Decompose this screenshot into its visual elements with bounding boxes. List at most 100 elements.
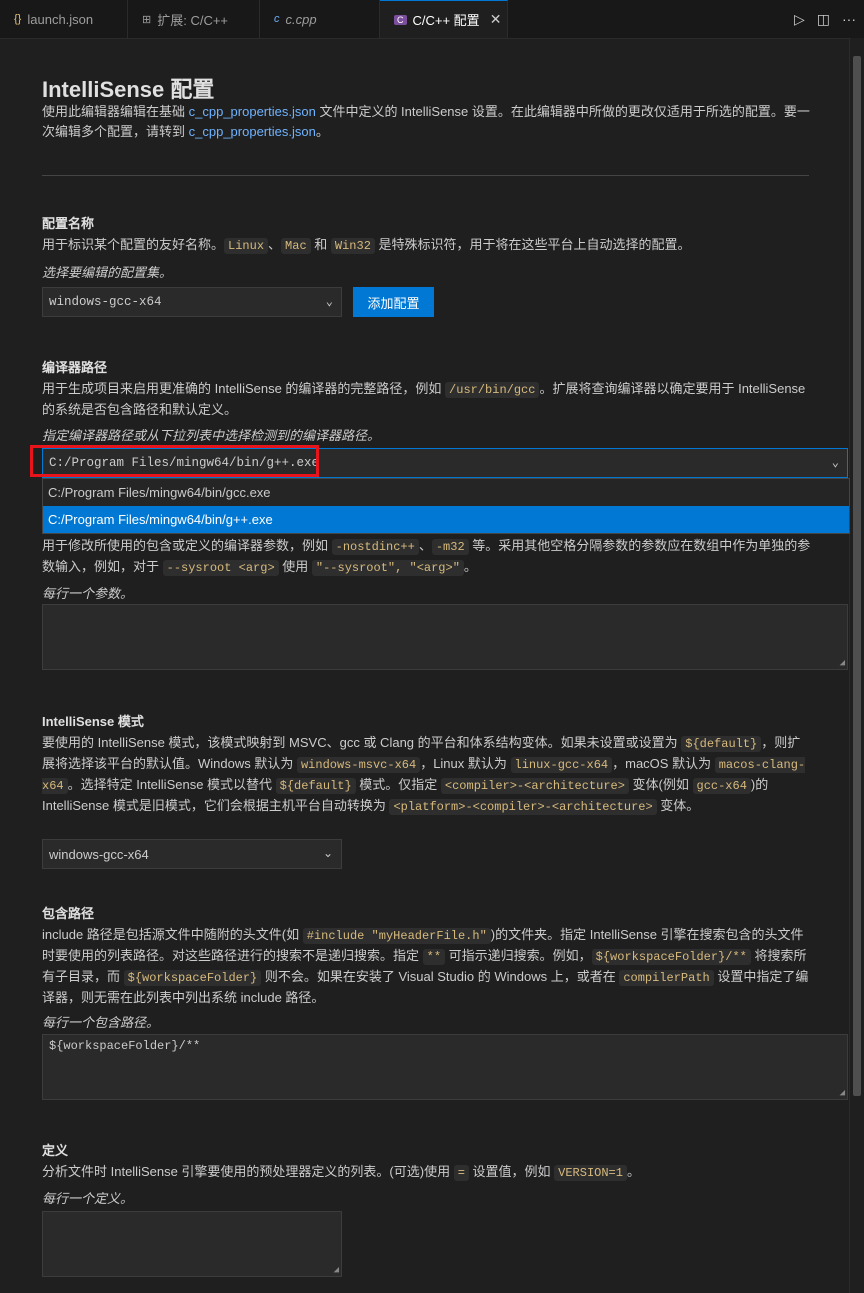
tab-extension-cpp[interactable]: ⊞ 扩展: C/C++ [128, 0, 260, 38]
code: ${default} [275, 778, 356, 794]
intellisense-mode-select[interactable]: windows-gcc-x64 ⌄ [42, 839, 342, 869]
code: <platform>-<compiler>-<architecture> [389, 799, 657, 815]
text: 用于修改所使用的包含或定义的编译器参数，例如 [42, 538, 332, 553]
code: ${workspaceFolder}/** [591, 949, 751, 965]
compiler-path-hint: 指定编译器路径或从下拉列表中选择检测到的编译器路径。 [42, 428, 381, 443]
include-path-description: include 路径是包括源文件中随附的头文件(如 #include "myHe… [42, 925, 812, 1008]
code: "--sysroot", "<arg>" [311, 560, 464, 576]
run-icon[interactable]: ▷ [794, 11, 805, 28]
defines-title: 定义 [42, 1143, 69, 1158]
tab-c-cpp[interactable]: c c.cpp [260, 0, 380, 38]
properties-link[interactable]: c_cpp_properties.json [189, 104, 316, 119]
tab-label: launch.json [27, 11, 94, 27]
text: 。选择特定 IntelliSense 模式以替代 [67, 777, 276, 792]
code: #include "myHeaderFile.h" [302, 928, 491, 944]
code: compilerPath [619, 970, 714, 986]
editor-tab-bar: {} launch.json ⊞ 扩展: C/C++ c c.cpp C C/C… [0, 0, 864, 39]
code: --sysroot <arg> [162, 560, 279, 576]
config-select[interactable]: windows-gcc-x64 ⌄ [42, 287, 342, 317]
code: windows-msvc-x64 [296, 757, 421, 773]
compiler-args-textarea[interactable]: ◢ [42, 604, 848, 670]
code: -nostdinc++ [331, 539, 419, 555]
code: VERSION=1 [554, 1165, 627, 1181]
add-config-button[interactable]: 添加配置 [353, 287, 434, 317]
intellisense-mode-title: IntelliSense 模式 [42, 714, 144, 729]
config-name-title: 配置名称 [42, 216, 95, 231]
text: ，Linux 默认为 [420, 756, 511, 771]
chevron-down-icon: ⌄ [322, 846, 333, 860]
config-name-description: 用于标识某个配置的友好名称。 Linux、 Mac 和 Win32 是特殊标识符，用… [42, 235, 822, 256]
more-actions-icon[interactable]: ··· [842, 11, 856, 27]
textarea-value: ${workspaceFolder}/** [49, 1039, 201, 1053]
text: 变体。 [656, 798, 700, 813]
include-path-textarea[interactable]: ${workspaceFolder}/** ◢ [42, 1034, 848, 1100]
code: linux-gcc-x64 [510, 757, 613, 773]
text: 模式。仅指定 [355, 777, 441, 792]
compiler-args-description: 用于修改所使用的包含或定义的编译器参数，例如 -nostdinc++、 -m32 … [42, 536, 812, 578]
divider [42, 175, 809, 176]
code: ** [422, 949, 446, 965]
code: Win32 [330, 238, 375, 254]
selected-value: windows-gcc-x64 [49, 846, 149, 862]
vertical-scrollbar[interactable] [849, 38, 864, 1293]
defines-hint: 每行一个定义。 [42, 1191, 134, 1206]
resize-grip-icon[interactable]: ◢ [840, 1088, 845, 1098]
defines-textarea[interactable]: ◢ [42, 1211, 342, 1277]
dropdown-option[interactable]: C:/Program Files/mingw64/bin/gcc.exe [43, 479, 849, 506]
page-title: IntelliSense 配置 [42, 77, 215, 102]
compiler-path-dropdown: C:/Program Files/mingw64/bin/gcc.exe C:/… [42, 478, 850, 534]
config-name-hint: 选择要编辑的配置集。 [42, 265, 173, 280]
code: gcc-x64 [692, 778, 751, 794]
editor-actions: ▷ ◫ ··· [794, 0, 856, 38]
include-path-title: 包含路径 [42, 906, 95, 921]
extensions-icon: ⊞ [142, 13, 152, 26]
json-file-icon: {} [14, 13, 22, 25]
tab-label: 扩展: C/C++ [157, 12, 229, 28]
cpp-extension-icon: C [394, 14, 407, 25]
text: 要使用的 IntelliSense 模式，该模式映射到 MSVC、gcc 或 C… [42, 735, 682, 750]
page-description: 使用此编辑器编辑在基础 c_cpp_properties.json 文件中定义的… [42, 102, 812, 142]
selected-value: windows-gcc-x64 [49, 295, 162, 309]
text: 。 [463, 559, 477, 574]
text: 使用 [278, 559, 312, 574]
code: Mac [281, 238, 311, 254]
text: 、 [268, 237, 282, 252]
resize-grip-icon[interactable]: ◢ [334, 1265, 339, 1275]
split-editor-icon[interactable]: ◫ [817, 11, 830, 28]
resize-grip-icon[interactable]: ◢ [840, 658, 845, 668]
scrollbar-thumb[interactable] [853, 56, 861, 1096]
intellisense-mode-description: 要使用的 IntelliSense 模式，该模式映射到 MSVC、gcc 或 C… [42, 733, 812, 817]
properties-link[interactable]: c_cpp_properties.json [189, 124, 316, 139]
text: 和 [310, 237, 331, 252]
defines-description: 分析文件时 IntelliSense 引擎要使用的预处理器定义的列表。(可选)使… [42, 1162, 812, 1183]
code: <compiler>-<architecture> [440, 778, 629, 794]
compiler-path-title: 编译器路径 [42, 360, 108, 375]
code: ${workspaceFolder} [123, 970, 262, 986]
code: = [453, 1165, 469, 1181]
tab-cpp-configuration[interactable]: C C/C++ 配置 ✕ [380, 0, 508, 38]
text: 设置值，例如 [468, 1164, 555, 1179]
tab-label: C/C++ 配置 [412, 13, 480, 28]
text: 用于生成项目来启用更准确的 IntelliSense 的编译器的完整路径，例如 [42, 381, 446, 396]
code: /usr/bin/gcc [445, 382, 540, 398]
text: 。 [315, 124, 329, 139]
text: 可指示递归搜索。例如， [445, 948, 592, 963]
text: include 路径是包括源文件中随附的头文件(如 [42, 927, 303, 942]
compiler-args-hint: 每行一个参数。 [42, 586, 134, 601]
chevron-down-icon: ⌄ [325, 295, 333, 309]
chevron-down-icon: ⌄ [831, 456, 839, 470]
code: -m32 [431, 539, 469, 555]
text: 则不会。如果在安装了 Visual Studio 的 Windows 上，或者在 [261, 969, 620, 984]
text: 用于标识某个配置的友好名称。 [42, 237, 225, 252]
text: 使用此编辑器编辑在基础 [42, 104, 189, 119]
close-icon[interactable]: ✕ [490, 11, 502, 28]
tab-launch-json[interactable]: {} launch.json [0, 0, 128, 38]
compiler-path-description: 用于生成项目来启用更准确的 IntelliSense 的编译器的完整路径，例如 … [42, 379, 812, 420]
dropdown-option-selected[interactable]: C:/Program Files/mingw64/bin/g++.exe [43, 506, 849, 533]
highlight-box [30, 445, 319, 477]
code: Linux [224, 238, 269, 254]
text: 分析文件时 IntelliSense 引擎要使用的预处理器定义的列表。(可选)使… [42, 1164, 454, 1179]
code: ${default} [681, 736, 762, 752]
text: 。 [626, 1164, 640, 1179]
include-path-hint: 每行一个包含路径。 [42, 1015, 160, 1030]
